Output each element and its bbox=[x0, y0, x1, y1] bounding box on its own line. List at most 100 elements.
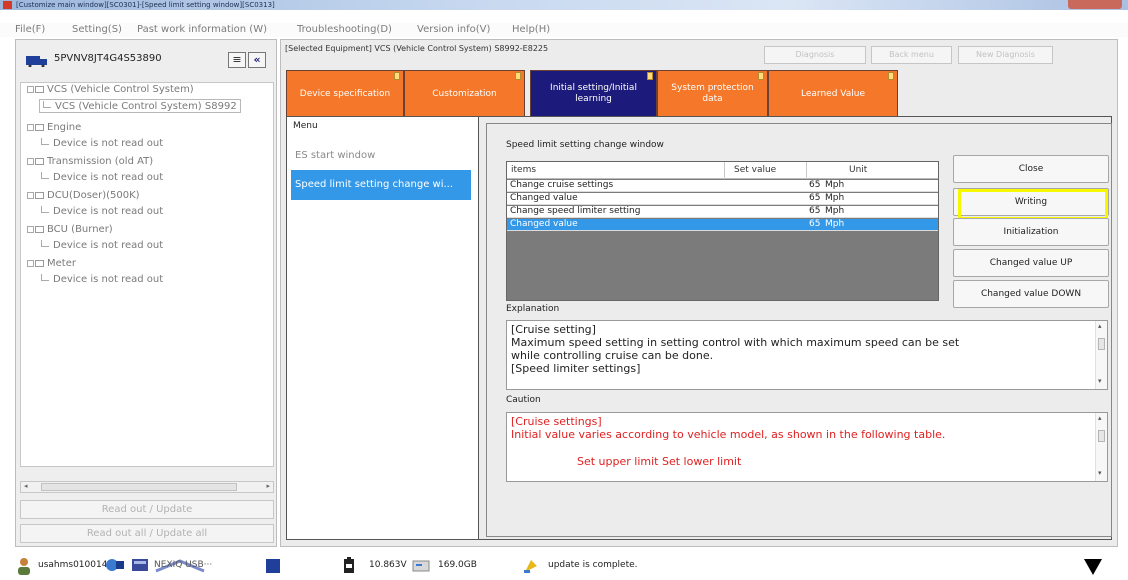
expand-icon bbox=[27, 157, 34, 165]
main-panel: [Selected Equipment] VCS (Vehicle Contro… bbox=[280, 39, 1118, 547]
dropdown-arrow-icon[interactable] bbox=[1084, 559, 1102, 575]
expand-icon bbox=[27, 259, 34, 267]
tree-item-dcu[interactable]: Device is not read out bbox=[41, 205, 163, 219]
caution-textbox[interactable]: [Cruise settings] Initial value varies a… bbox=[506, 412, 1108, 482]
scroll-thumb[interactable] bbox=[1098, 338, 1105, 350]
tree-node-transmission[interactable]: Transmission (old AT) bbox=[27, 155, 153, 169]
disk-space: 169.0GB bbox=[438, 560, 477, 570]
battery-icon bbox=[344, 557, 354, 573]
adapter-name: NEXIQ USB··· bbox=[154, 560, 213, 570]
table-row[interactable]: Change cruise settings 65 Mph bbox=[507, 180, 938, 192]
tab-customization[interactable]: Customization bbox=[404, 70, 525, 117]
menu-file[interactable]: File(F) bbox=[15, 23, 45, 37]
expand-icon bbox=[27, 191, 34, 199]
menu-item-speed-limit[interactable]: Speed limit setting change wi... bbox=[291, 170, 471, 200]
diagnosis-button[interactable]: Diagnosis bbox=[764, 46, 866, 64]
tree-item-meter[interactable]: Device is not read out bbox=[41, 273, 163, 287]
collapse-button[interactable]: « bbox=[248, 52, 266, 68]
grid-header: items Set value Unit bbox=[507, 162, 938, 179]
menu-item-es-start[interactable]: ES start window bbox=[291, 141, 471, 171]
status-bar: usahms010014 NEXIQ USB··· 10.863V 169.0G… bbox=[0, 553, 1128, 580]
settings-grid: items Set value Unit Change cruise setti… bbox=[506, 161, 939, 301]
window-titlebar: [Customize main window][SC0301]-[Speed l… bbox=[0, 0, 1128, 10]
scroll-up-icon[interactable]: ▴ bbox=[1098, 414, 1102, 422]
scroll-thumb[interactable] bbox=[1098, 430, 1105, 442]
tree-horizontal-scrollbar[interactable]: ◂ ▸ bbox=[20, 481, 274, 493]
expand-icon bbox=[27, 123, 34, 131]
tree-node-dcu[interactable]: DCU(Doser)(500K) bbox=[27, 189, 140, 203]
vehicle-row: 5PVNV8JT4G4S53890 ≡ « bbox=[26, 52, 268, 70]
module-icon bbox=[35, 191, 44, 199]
changed-value-up-button[interactable]: Changed value UP bbox=[953, 249, 1109, 277]
tab-initial-setting[interactable]: Initial setting/Initial learning bbox=[530, 70, 657, 117]
device-icon bbox=[132, 559, 148, 571]
disk-icon bbox=[412, 560, 430, 572]
initialization-button[interactable]: Initialization bbox=[953, 218, 1109, 246]
menu-help[interactable]: Help(H) bbox=[512, 23, 550, 37]
explanation-label: Explanation bbox=[506, 304, 560, 314]
table-row[interactable]: Change speed limiter setting 65 Mph bbox=[507, 206, 938, 218]
explanation-scrollbar[interactable]: ▴ ▾ bbox=[1095, 321, 1107, 389]
tab-system-protection[interactable]: System protection data bbox=[657, 70, 768, 117]
menu-setting[interactable]: Setting(S) bbox=[72, 23, 122, 37]
scroll-down-icon[interactable]: ▾ bbox=[1098, 469, 1102, 477]
new-diagnosis-button[interactable]: New Diagnosis bbox=[958, 46, 1053, 64]
explanation-textbox[interactable]: [Cruise setting] Maximum speed setting i… bbox=[506, 320, 1108, 390]
tab-device-specification[interactable]: Device specification bbox=[286, 70, 404, 117]
module-icon bbox=[35, 85, 44, 93]
tab-content: Menu ES start window Speed limit setting… bbox=[286, 116, 1112, 540]
pin-icon bbox=[394, 72, 400, 80]
window-title: [Customize main window][SC0301]-[Speed l… bbox=[16, 1, 275, 9]
scroll-thumb[interactable] bbox=[41, 483, 237, 491]
back-menu-button[interactable]: Back menu bbox=[871, 46, 952, 64]
module-icon bbox=[35, 259, 44, 267]
column-header-set-value: Set value bbox=[734, 165, 777, 175]
scroll-up-icon[interactable]: ▴ bbox=[1098, 322, 1102, 330]
app-icon bbox=[3, 1, 12, 9]
scroll-down-icon[interactable]: ▾ bbox=[1098, 377, 1102, 385]
battery-voltage: 10.863V bbox=[369, 560, 407, 570]
table-row[interactable]: Changed value 65 Mph bbox=[507, 193, 938, 205]
window-controls[interactable] bbox=[1068, 0, 1122, 9]
user-id: usahms010014 bbox=[38, 560, 108, 570]
expand-icon bbox=[27, 85, 34, 93]
caution-scrollbar[interactable]: ▴ ▾ bbox=[1095, 413, 1107, 481]
table-row-selected[interactable]: Changed value 65 Mph bbox=[507, 219, 938, 231]
pin-icon bbox=[647, 72, 653, 80]
pin-icon bbox=[888, 72, 894, 80]
menu-version[interactable]: Version info(V) bbox=[417, 23, 490, 37]
tree-node-engine[interactable]: Engine bbox=[27, 121, 81, 135]
window-heading: Speed limit setting change window bbox=[506, 140, 664, 150]
tree-item-engine[interactable]: Device is not read out bbox=[41, 137, 163, 151]
menu-troubleshooting[interactable]: Troubleshooting(D) bbox=[297, 23, 392, 37]
expand-icon bbox=[27, 225, 34, 233]
menu-past-work[interactable]: Past work information (W) bbox=[137, 23, 267, 37]
tree-item-transmission[interactable]: Device is not read out bbox=[41, 171, 163, 185]
module-icon bbox=[35, 157, 44, 165]
equipment-tree: VCS (Vehicle Control System) VCS (Vehicl… bbox=[20, 82, 274, 467]
tree-node-meter[interactable]: Meter bbox=[27, 257, 76, 271]
scroll-right-icon[interactable]: ▸ bbox=[266, 482, 270, 490]
close-button[interactable]: Close bbox=[953, 155, 1109, 183]
tree-item-vcs-selected[interactable]: VCS (Vehicle Control System) S8992 bbox=[39, 99, 241, 113]
read-out-all-button[interactable]: Read out all / Update all bbox=[20, 524, 274, 543]
module-icon bbox=[35, 123, 44, 131]
menu-toggle-button[interactable]: ≡ bbox=[228, 52, 246, 68]
module-icon bbox=[35, 225, 44, 233]
read-out-update-button[interactable]: Read out / Update bbox=[20, 500, 274, 519]
menu-bar: File(F) Setting(S) Past work information… bbox=[0, 23, 1128, 37]
tree-item-bcu[interactable]: Device is not read out bbox=[41, 239, 163, 253]
tab-learned-value[interactable]: Learned Value bbox=[768, 70, 898, 117]
vehicle-vin: 5PVNV8JT4G4S53890 bbox=[54, 53, 162, 64]
status-message: update is complete. bbox=[548, 560, 638, 570]
tree-node-bcu[interactable]: BCU (Burner) bbox=[27, 223, 113, 237]
speed-limit-window: Speed limit setting change window items … bbox=[486, 123, 1112, 537]
writing-highlight bbox=[958, 189, 1108, 220]
changed-value-down-button[interactable]: Changed value DOWN bbox=[953, 280, 1109, 308]
tree-node-vcs[interactable]: VCS (Vehicle Control System) bbox=[27, 83, 194, 97]
column-header-items: items bbox=[511, 165, 537, 175]
column-header-unit: Unit bbox=[849, 165, 868, 175]
scroll-left-icon[interactable]: ◂ bbox=[24, 482, 28, 490]
caution-label: Caution bbox=[506, 395, 541, 405]
update-icon bbox=[524, 560, 537, 573]
